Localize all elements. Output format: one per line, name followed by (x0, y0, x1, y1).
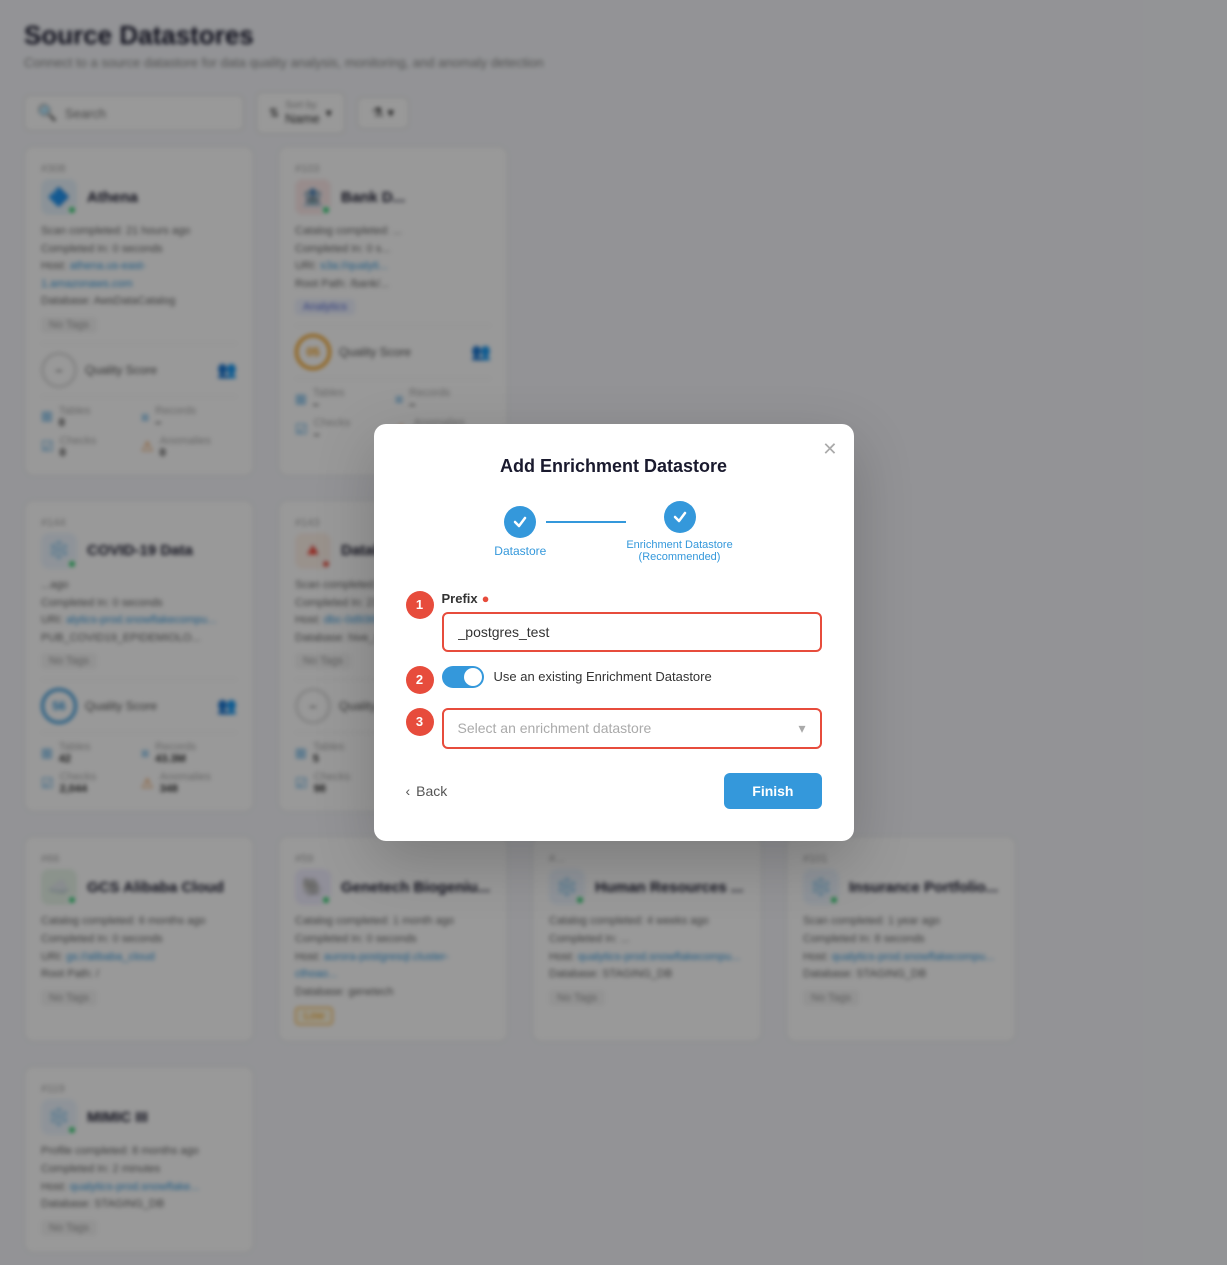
step-number-3: 3 (406, 708, 434, 736)
prefix-label: Prefix ● (442, 591, 822, 606)
step2-circle (664, 501, 696, 533)
prefix-input[interactable] (442, 612, 822, 652)
chevron-down-icon: ▾ (798, 720, 805, 737)
step1-circle (504, 506, 536, 538)
required-indicator: ● (482, 591, 490, 606)
existing-datastore-toggle[interactable] (442, 666, 484, 688)
add-enrichment-modal: ✕ Add Enrichment Datastore Datastore Enr… (374, 424, 854, 841)
back-label: Back (416, 783, 447, 799)
close-button[interactable]: ✕ (822, 440, 837, 458)
step-number-1: 1 (406, 591, 434, 619)
step-enrichment: Enrichment Datastore (Recommended) (626, 501, 732, 563)
toggle-row: 2 Use an existing Enrichment Datastore (406, 666, 822, 694)
modal-footer: ‹ Back Finish (406, 773, 822, 809)
step2-label: Enrichment Datastore (Recommended) (626, 539, 732, 563)
prefix-row: 1 Prefix ● (406, 591, 822, 652)
modal-overlay: ✕ Add Enrichment Datastore Datastore Enr… (0, 0, 1227, 1265)
toggle-knob (464, 668, 482, 686)
finish-button[interactable]: Finish (724, 773, 821, 809)
step1-label: Datastore (494, 544, 546, 558)
modal-title: Add Enrichment Datastore (406, 456, 822, 477)
select-row: 3 Select an enrichment datastore ▾ (406, 708, 822, 749)
step-connector (546, 521, 626, 523)
toggle-label: Use an existing Enrichment Datastore (494, 669, 712, 684)
step-number-2: 2 (406, 666, 434, 694)
back-arrow-icon: ‹ (406, 783, 411, 799)
stepper: Datastore Enrichment Datastore (Recommen… (406, 501, 822, 563)
enrichment-datastore-select[interactable]: Select an enrichment datastore ▾ (442, 708, 822, 749)
back-button[interactable]: ‹ Back (406, 775, 448, 807)
step-datastore: Datastore (494, 506, 546, 558)
